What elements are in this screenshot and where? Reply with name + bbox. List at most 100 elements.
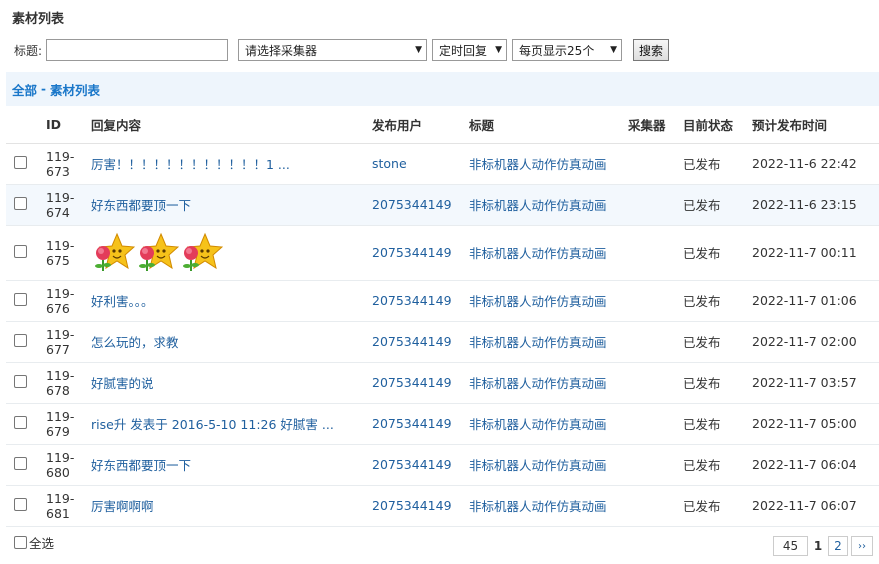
user-link[interactable]: 2075344149 — [372, 416, 452, 431]
row-checkbox[interactable] — [14, 333, 27, 347]
row-id-prefix: 119- — [46, 148, 75, 164]
row-id: 119- 678 — [46, 362, 91, 404]
row-status: 已发布 — [683, 362, 752, 404]
search-button[interactable]: 搜索 — [633, 39, 670, 61]
row-id-prefix: 119- — [46, 189, 75, 205]
title-link[interactable]: 非标机器人动作仿真动画 — [469, 294, 607, 309]
table-row: 119- 678 好腻害的说 2075344149 非标机器人动作仿真动画 已发布 2022… — [6, 362, 879, 404]
row-collector — [628, 280, 683, 322]
table-footer: 全选 — [14, 533, 54, 552]
reply-content-link[interactable]: rise升 发表于 2016-5-10 11:26 好腻害 ... — [91, 417, 334, 432]
row-collector — [628, 225, 683, 281]
row-checkbox[interactable] — [14, 415, 27, 429]
row-id-prefix: 119- — [46, 326, 75, 342]
title-filter-label: 标题: — [14, 43, 43, 58]
reply-content-link[interactable]: 好东西都要顶一下 — [91, 198, 191, 213]
row-collector — [628, 143, 683, 185]
flower-star-icon — [95, 232, 135, 271]
row-content — [91, 225, 372, 281]
row-user: 2075344149 — [372, 362, 469, 404]
select-all-label: 全选 — [29, 536, 55, 551]
user-link[interactable]: 2075344149 — [372, 498, 452, 513]
row-status: 已发布 — [683, 280, 752, 322]
select-all-checkbox[interactable] — [14, 536, 27, 549]
pager-total: 45 — [773, 536, 808, 556]
breadcrumb-current-link[interactable]: 素材列表 — [50, 80, 100, 99]
row-user: 2075344149 — [372, 403, 469, 445]
header-checkbox-cell — [6, 106, 46, 144]
title-link[interactable]: 非标机器人动作仿真动画 — [469, 157, 607, 172]
reply-content-link[interactable]: 怎么玩的，求教 — [91, 335, 179, 350]
user-link[interactable]: 2075344149 — [372, 334, 452, 349]
reply-type-select-value: 定时回复 — [439, 43, 488, 58]
user-link[interactable]: 2075344149 — [372, 293, 452, 308]
page-size-select[interactable]: 每页显示25个 ▼ — [512, 39, 623, 61]
row-checkbox[interactable] — [14, 292, 27, 306]
row-collector — [628, 444, 683, 486]
row-title: 非标机器人动作仿真动画 — [469, 485, 628, 527]
row-checkbox[interactable] — [14, 196, 27, 210]
user-link[interactable]: stone — [372, 156, 407, 171]
table-row: 119- 679 rise升 发表于 2016-5-10 11:26 好腻害 ...… — [6, 403, 879, 445]
title-link[interactable]: 非标机器人动作仿真动画 — [469, 376, 607, 391]
reply-content-link[interactable]: 好利害。。。 — [91, 294, 154, 309]
reply-content-link[interactable]: 厉害！！！！！！！！！！！！1 ... — [91, 157, 290, 172]
row-status: 已发布 — [683, 444, 752, 486]
row-id: 119- 681 — [46, 485, 91, 527]
table-row: 119- 675 2075344149 非标机器人动作仿真动画 已发布 2022-11-7… — [6, 225, 879, 281]
table-row: 119- 674 好东西都要顶一下 2075344149 非标机器人动作仿真动画 已发布 2… — [6, 184, 879, 226]
reply-content-link[interactable]: 厉害啊啊啊 — [91, 499, 154, 514]
reply-type-select[interactable]: 定时回复 ▼ — [432, 39, 508, 61]
row-checkbox-cell — [6, 184, 46, 226]
collector-select[interactable]: 请选择采集器 ▼ — [238, 39, 428, 61]
breadcrumb-all-link[interactable]: 全部 — [12, 80, 37, 99]
row-id-prefix: 119- — [46, 285, 75, 301]
title-link[interactable]: 非标机器人动作仿真动画 — [469, 499, 607, 514]
row-time: 2022-11-7 06:04 — [752, 444, 879, 486]
row-content: 好东西都要顶一下 — [91, 444, 372, 486]
row-user: 2075344149 — [372, 184, 469, 226]
title-link[interactable]: 非标机器人动作仿真动画 — [469, 335, 607, 350]
row-content: rise升 发表于 2016-5-10 11:26 好腻害 ... — [91, 403, 372, 445]
row-id: 119- 679 — [46, 403, 91, 445]
row-id-number: 681 — [46, 505, 70, 521]
row-time: 2022-11-7 03:57 — [752, 362, 879, 404]
row-title: 非标机器人动作仿真动画 — [469, 403, 628, 445]
reply-content-link[interactable]: 好东西都要顶一下 — [91, 458, 191, 473]
row-title: 非标机器人动作仿真动画 — [469, 225, 628, 281]
table-row: 119- 677 怎么玩的，求教 2075344149 非标机器人动作仿真动画 已发布 20… — [6, 321, 879, 363]
reply-content-link[interactable]: 好腻害的说 — [91, 376, 154, 391]
table-row: 119- 673 厉害！！！！！！！！！！！！1 ... stone 非标机器人动作仿真… — [6, 143, 879, 185]
row-checkbox[interactable] — [14, 456, 27, 470]
row-checkbox[interactable] — [14, 244, 27, 258]
row-title: 非标机器人动作仿真动画 — [469, 184, 628, 226]
title-link[interactable]: 非标机器人动作仿真动画 — [469, 458, 607, 473]
row-checkbox-cell — [6, 143, 46, 185]
user-link[interactable]: 2075344149 — [372, 457, 452, 472]
pager-next-button[interactable]: ›› — [851, 536, 873, 556]
user-link[interactable]: 2075344149 — [372, 375, 452, 390]
flower-star-icon — [183, 232, 223, 271]
row-status: 已发布 — [683, 485, 752, 527]
user-link[interactable]: 2075344149 — [372, 245, 452, 260]
pager-page-2[interactable]: 2 — [828, 536, 848, 556]
row-content: 好东西都要顶一下 — [91, 184, 372, 226]
row-user: 2075344149 — [372, 280, 469, 322]
title-link[interactable]: 非标机器人动作仿真动画 — [469, 246, 607, 261]
page-title: 素材列表 — [12, 12, 65, 27]
row-status: 已发布 — [683, 225, 752, 281]
user-link[interactable]: 2075344149 — [372, 197, 452, 212]
row-checkbox[interactable] — [14, 155, 27, 169]
row-id-number: 679 — [46, 423, 70, 439]
row-checkbox[interactable] — [14, 497, 27, 511]
row-id: 119- 680 — [46, 444, 91, 486]
row-id: 119- 675 — [46, 225, 91, 281]
table-header-row: ID 回复内容 发布用户 标题 采集器 目前状态 预计发布时间 — [6, 106, 879, 144]
title-filter-input[interactable] — [46, 39, 229, 61]
row-checkbox[interactable] — [14, 374, 27, 388]
title-link[interactable]: 非标机器人动作仿真动画 — [469, 198, 607, 213]
row-checkbox-cell — [6, 280, 46, 322]
row-collector — [628, 184, 683, 226]
title-link[interactable]: 非标机器人动作仿真动画 — [469, 417, 607, 432]
header-collector: 采集器 — [628, 106, 683, 144]
